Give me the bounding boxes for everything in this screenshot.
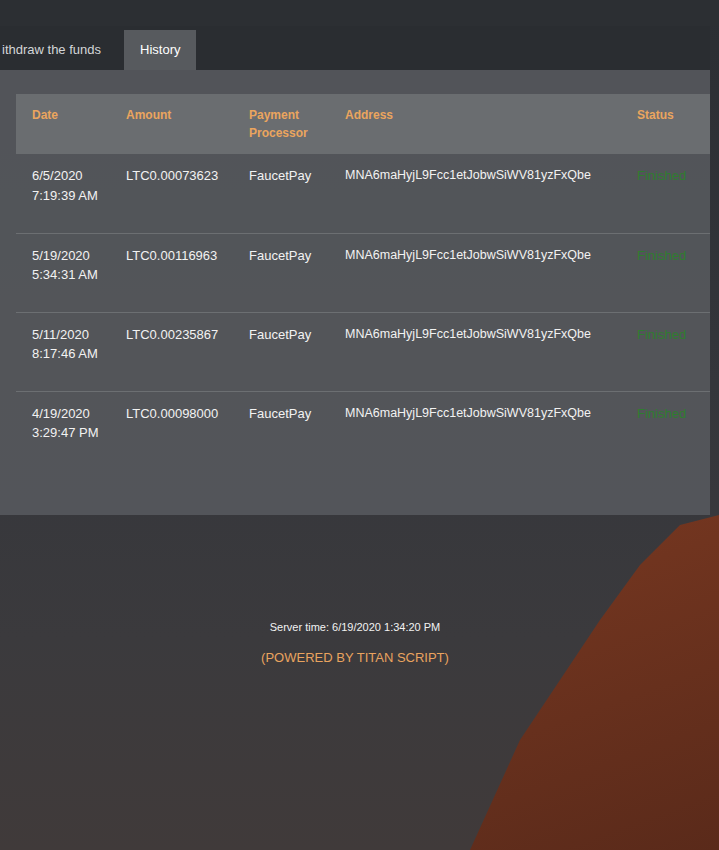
header-bar [0,0,719,26]
amount-cell: LTC0.00098000 [110,391,233,470]
status-cell: Finished [621,154,710,233]
column-header: Date [16,94,110,154]
column-header: Amount [110,94,233,154]
amount-cell: LTC0.00073623 [110,154,233,233]
table-row: 5/11/2020 8:17:46 AMLTC0.00235867FaucetP… [16,312,710,391]
table-row: 6/5/2020 7:19:39 AMLTC0.00073623FaucetPa… [16,154,710,233]
date-cell: 5/19/2020 5:34:31 AM [16,233,110,312]
address-cell: MNA6maHyjL9Fcc1etJobwSiWV81yzFxQbe [329,312,621,391]
date-cell: 5/11/2020 8:17:46 AM [16,312,110,391]
status-cell: Finished [621,391,710,470]
column-header: Status [621,94,710,154]
table-row: 5/19/2020 5:34:31 AMLTC0.00116963FaucetP… [16,233,710,312]
table-row: 4/19/2020 3:29:47 PMLTC0.00098000FaucetP… [16,391,710,470]
status-cell: Finished [621,233,710,312]
date-cell: 4/19/2020 3:29:47 PM [16,391,110,470]
history-panel: DateAmountPayment ProcessorAddressStatus… [0,70,710,515]
tab[interactable]: ithdraw the funds [0,30,117,70]
address-cell: MNA6maHyjL9Fcc1etJobwSiWV81yzFxQbe [329,391,621,470]
tab-bar: ithdraw the fundsHistory [0,26,710,70]
powered-by: (POWERED BY TITAN SCRIPT) [0,648,710,668]
status-cell: Finished [621,312,710,391]
footer: Server time: 6/19/2020 1:34:20 PM (POWERE… [0,515,710,667]
history-table: DateAmountPayment ProcessorAddressStatus… [16,94,710,470]
address-cell: MNA6maHyjL9Fcc1etJobwSiWV81yzFxQbe [329,233,621,312]
processor-cell: FaucetPay [233,391,329,470]
processor-cell: FaucetPay [233,154,329,233]
date-cell: 6/5/2020 7:19:39 AM [16,154,110,233]
processor-cell: FaucetPay [233,233,329,312]
amount-cell: LTC0.00235867 [110,312,233,391]
header-row: DateAmountPayment ProcessorAddressStatus [16,94,710,154]
tab[interactable]: History [124,30,196,70]
column-header: Payment Processor [233,94,329,154]
column-header: Address [329,94,621,154]
address-cell: MNA6maHyjL9Fcc1etJobwSiWV81yzFxQbe [329,154,621,233]
processor-cell: FaucetPay [233,312,329,391]
amount-cell: LTC0.00116963 [110,233,233,312]
server-time: Server time: 6/19/2020 1:34:20 PM [0,619,710,636]
